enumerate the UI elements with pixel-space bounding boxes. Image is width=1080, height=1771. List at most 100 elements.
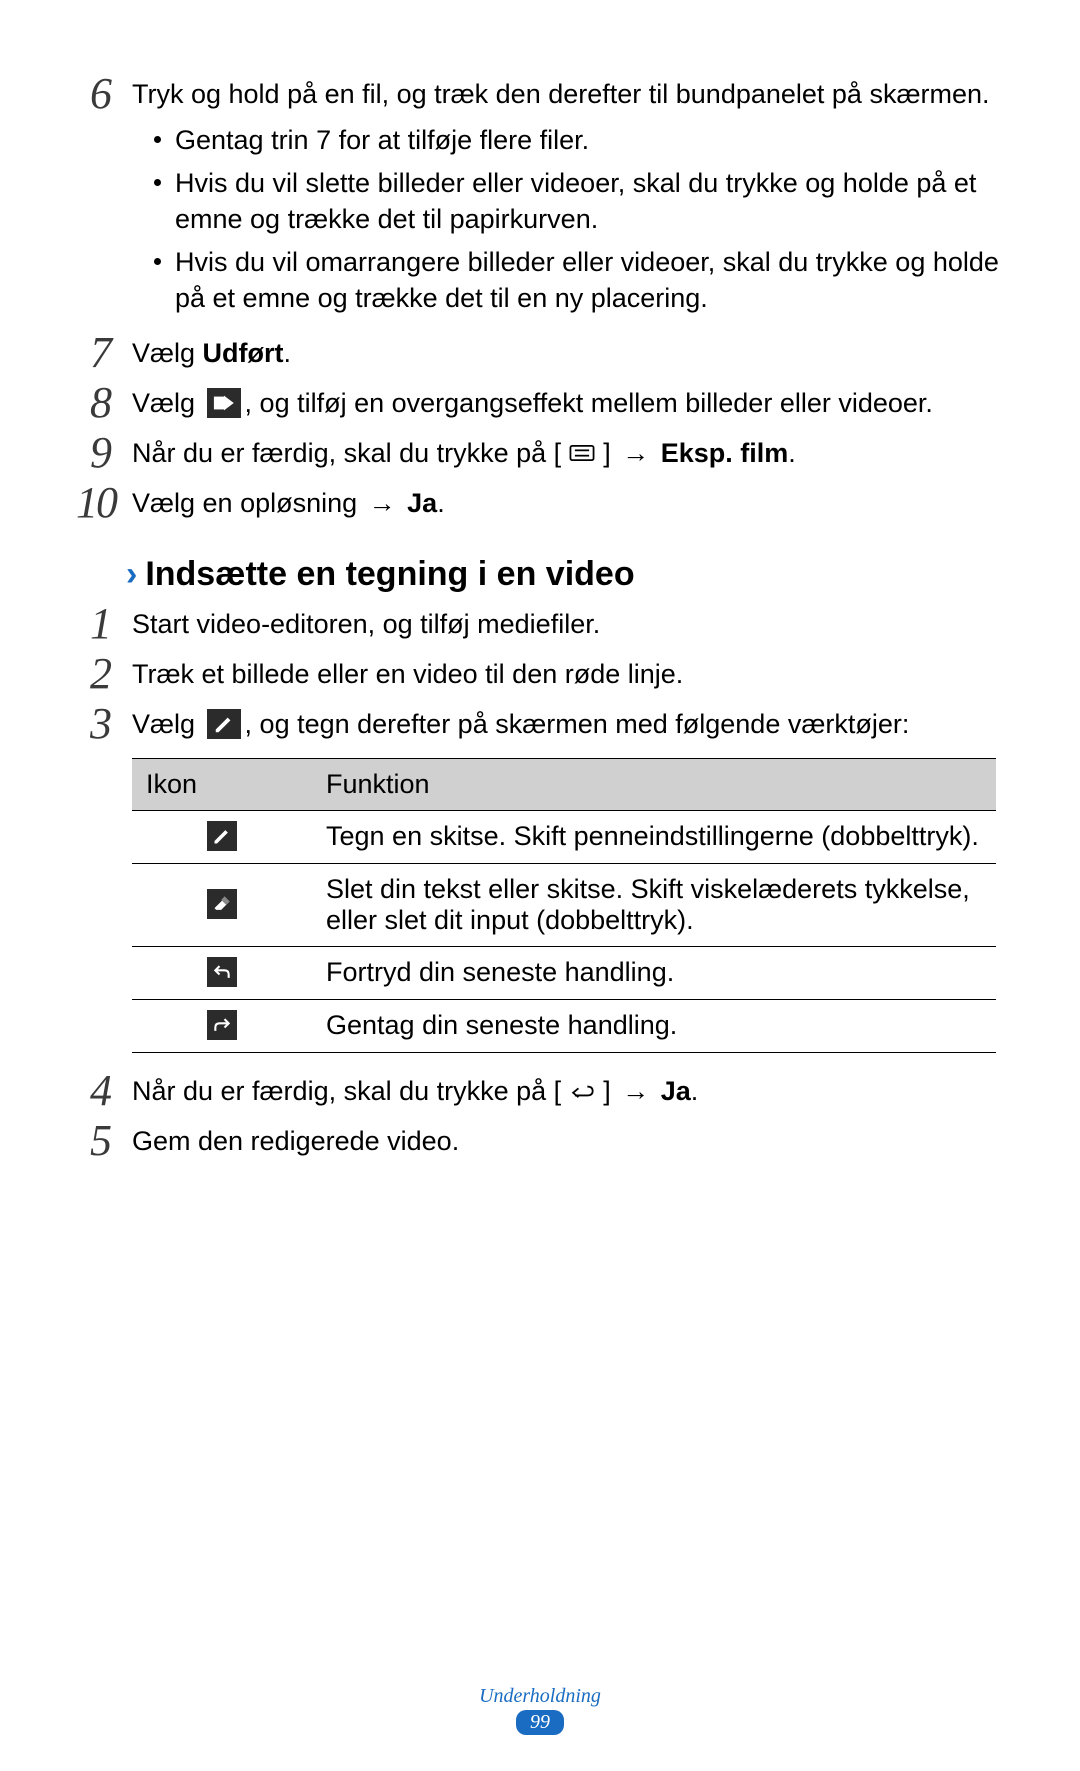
step-text-bold: Udført — [203, 338, 284, 368]
bullet-dot-icon — [154, 258, 161, 265]
table-text-cell: Tegn en skitse. Skift penneindstillinger… — [312, 810, 996, 863]
step-number: 10 — [68, 479, 124, 525]
step-text-pre: Vælg — [132, 338, 203, 368]
step-6: 6 Tryk og hold på en fil, og træk den de… — [78, 70, 1002, 323]
step-list-c: 4 Når du er færdig, skal du trykke på []… — [78, 1067, 1002, 1163]
bullet-item: Hvis du vil slette billeder eller videoe… — [132, 165, 1002, 238]
chevron-right-icon: › — [126, 555, 137, 594]
step-body: Vælg Udført. — [124, 329, 1002, 371]
bullet-text: Gentag trin 7 for at tilføje flere filer… — [175, 122, 1002, 158]
step-text: Tryk og hold på en fil, og træk den dere… — [132, 79, 989, 109]
step-text-post: , og tilføj en overgangseffekt mellem bi… — [245, 388, 933, 418]
table-text-cell: Slet din tekst eller skitse. Skift viske… — [312, 863, 996, 946]
step-1: 1 Start video-editoren, og tilføj medief… — [78, 600, 1002, 646]
step-number: 6 — [78, 70, 124, 116]
bullet-text: Hvis du vil slette billeder eller videoe… — [175, 165, 1002, 238]
step-text-pre: Vælg — [132, 709, 203, 739]
table-icon-cell — [132, 863, 312, 946]
step-text-bold: Eksp. film — [653, 438, 788, 468]
step-7: 7 Vælg Udført. — [78, 329, 1002, 375]
pencil-icon — [207, 709, 241, 739]
table-row: Tegn en skitse. Skift penneindstillinger… — [132, 810, 996, 863]
step-text-pre: Når du er færdig, skal du trykke på [ — [132, 438, 561, 468]
step-body: Start video-editoren, og tilføj mediefil… — [124, 600, 1002, 642]
menu-icon — [565, 438, 599, 468]
pencil-icon — [207, 821, 237, 851]
step-9: 9 Når du er færdig, skal du trykke på []… — [78, 429, 1002, 475]
arrow-icon: → — [369, 488, 396, 518]
footer-section-label: Underholdning — [0, 1685, 1080, 1708]
step-text-post: , og tegn derefter på skærmen med følgen… — [245, 709, 910, 739]
step-number: 1 — [78, 600, 124, 646]
table-header-function: Funktion — [312, 758, 996, 810]
page-footer: Underholdning 99 — [0, 1685, 1080, 1735]
step-text: Gem den redigerede video. — [132, 1126, 459, 1156]
bullet-item: Gentag trin 7 for at tilføje flere filer… — [132, 122, 1002, 158]
arrow-icon: → — [622, 438, 649, 468]
step-body: Når du er færdig, skal du trykke på [] →… — [124, 1067, 1002, 1109]
step-body: Træk et billede eller en video til den r… — [124, 650, 1002, 692]
table-row: Slet din tekst eller skitse. Skift viske… — [132, 863, 996, 946]
step-body: Vælg en opløsning → Ja. — [124, 479, 1002, 521]
bullet-item: Hvis du vil omarrangere billeder eller v… — [132, 244, 1002, 317]
step-text-bold: Ja — [653, 1076, 691, 1106]
step-text-mid: ] — [603, 1076, 618, 1106]
table-icon-cell — [132, 999, 312, 1052]
step-number: 7 — [78, 329, 124, 375]
step-number: 4 — [78, 1067, 124, 1113]
table-row: Fortryd din seneste handling. — [132, 946, 996, 999]
step-text-pre: Vælg en opløsning — [132, 488, 365, 518]
step-text-pre: Når du er færdig, skal du trykke på [ — [132, 1076, 561, 1106]
step-text-mid: ] — [603, 438, 618, 468]
document-page: 6 Tryk og hold på en fil, og træk den de… — [0, 0, 1080, 1771]
bullet-dot-icon — [154, 179, 161, 186]
table-icon-cell — [132, 946, 312, 999]
step-text-post: . — [691, 1076, 699, 1106]
step-text-pre: Vælg — [132, 388, 203, 418]
step-number: 5 — [78, 1117, 124, 1163]
eraser-icon — [207, 889, 237, 919]
step-body: Vælg , og tegn derefter på skærmen med f… — [124, 700, 1002, 742]
table-header-row: Ikon Funktion — [132, 758, 996, 810]
step-number: 3 — [78, 700, 124, 746]
step-2: 2 Træk et billede eller en video til den… — [78, 650, 1002, 696]
transition-icon — [207, 388, 241, 418]
redo-icon — [207, 1010, 237, 1040]
step-list-b: 1 Start video-editoren, og tilføj medief… — [78, 600, 1002, 746]
step-text-post: . — [788, 438, 796, 468]
step-text-post: . — [437, 488, 445, 518]
step-number: 2 — [78, 650, 124, 696]
table-icon-cell — [132, 810, 312, 863]
back-icon — [565, 1076, 599, 1106]
step-4: 4 Når du er færdig, skal du trykke på []… — [78, 1067, 1002, 1113]
table-header-icon: Ikon — [132, 758, 312, 810]
footer-page-number: 99 — [516, 1710, 564, 1735]
tool-table-wrap: Ikon Funktion Tegn en skitse. Skift penn… — [78, 758, 1002, 1053]
step-8: 8 Vælg , og tilføj en overgangseffekt me… — [78, 379, 1002, 425]
bullet-dot-icon — [154, 136, 161, 143]
step-body: Gem den redigerede video. — [124, 1117, 1002, 1159]
undo-icon — [207, 957, 237, 987]
step-body: Tryk og hold på en fil, og træk den dere… — [124, 70, 1002, 323]
step-body: Vælg , og tilføj en overgangseffekt mell… — [124, 379, 1002, 421]
section-title-text: Indsætte en tegning i en video — [145, 555, 634, 594]
tool-table: Ikon Funktion Tegn en skitse. Skift penn… — [132, 758, 996, 1053]
section-heading: › Indsætte en tegning i en video — [78, 555, 1002, 594]
step-text-post: . — [284, 338, 292, 368]
bullet-list: Gentag trin 7 for at tilføje flere filer… — [132, 122, 1002, 316]
step-10: 10 Vælg en opløsning → Ja. — [78, 479, 1002, 525]
step-list-a: 6 Tryk og hold på en fil, og træk den de… — [78, 70, 1002, 525]
step-text: Start video-editoren, og tilføj mediefil… — [132, 609, 600, 639]
table-row: Gentag din seneste handling. — [132, 999, 996, 1052]
step-text-bold: Ja — [400, 488, 438, 518]
step-text: Træk et billede eller en video til den r… — [132, 659, 683, 689]
table-text-cell: Gentag din seneste handling. — [312, 999, 996, 1052]
step-body: Når du er færdig, skal du trykke på [] →… — [124, 429, 1002, 471]
step-5: 5 Gem den redigerede video. — [78, 1117, 1002, 1163]
bullet-text: Hvis du vil omarrangere billeder eller v… — [175, 244, 1002, 317]
arrow-icon: → — [622, 1076, 649, 1106]
step-number: 9 — [78, 429, 124, 475]
step-3: 3 Vælg , og tegn derefter på skærmen med… — [78, 700, 1002, 746]
table-text-cell: Fortryd din seneste handling. — [312, 946, 996, 999]
step-number: 8 — [78, 379, 124, 425]
